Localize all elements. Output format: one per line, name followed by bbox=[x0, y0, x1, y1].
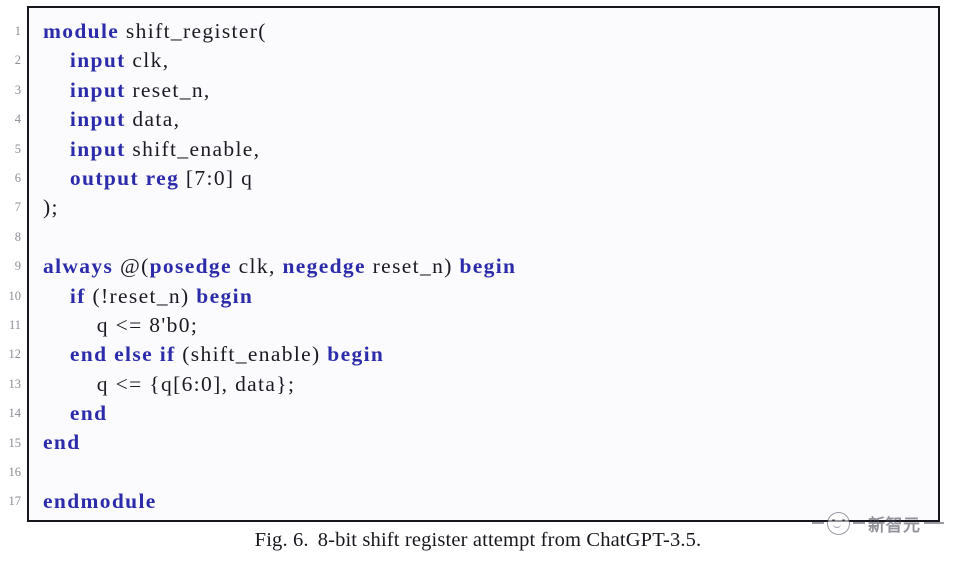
code-line-number: 5 bbox=[14, 141, 21, 156]
code-text: data, bbox=[125, 107, 181, 132]
code-keyword: end bbox=[69, 401, 108, 426]
code-text: reset_n, bbox=[125, 77, 211, 102]
code-line-number: 4 bbox=[14, 112, 21, 127]
watermark-dash-left bbox=[812, 522, 824, 524]
code-line-number: 15 bbox=[8, 435, 22, 450]
code-text: @( bbox=[113, 254, 150, 279]
code-line: output reg [7:0] q bbox=[43, 164, 933, 193]
code-line-number: 17 bbox=[8, 494, 22, 509]
code-line: always @(posedge clk, negedge reset_n) b… bbox=[43, 252, 933, 281]
code-keyword: input bbox=[69, 136, 126, 161]
code-line: ); bbox=[43, 193, 933, 222]
code-line: input data, bbox=[43, 105, 933, 134]
code-line-number: 7 bbox=[14, 200, 21, 215]
code-text: q <= {q[6:0], data}; bbox=[43, 371, 296, 396]
code-keyword: begin bbox=[459, 254, 517, 279]
figure-caption-label: Fig. 6. bbox=[254, 529, 309, 551]
code-line: q <= 8'b0; bbox=[43, 311, 933, 340]
code-line-number-gutter: 1 2 3 4 5 6 7 8 9 10 11 12 13 14 15 16 17 bbox=[0, 6, 27, 522]
code-line-number: 6 bbox=[14, 171, 21, 185]
code-line-number: 9 bbox=[14, 259, 21, 274]
code-text: shift_register( bbox=[119, 19, 267, 43]
code-text: [7:0] q bbox=[179, 165, 254, 190]
code-line-number: 2 bbox=[14, 53, 21, 68]
code-text: shift_enable, bbox=[125, 136, 261, 161]
figure-caption-text: 8-bit shift register attempt from ChatGP… bbox=[317, 529, 702, 551]
watermark-text: 新智元 bbox=[868, 515, 921, 536]
code-line: input clk, bbox=[43, 46, 933, 75]
figure-container: 1 2 3 4 5 6 7 8 9 10 11 12 13 14 15 16 17 module shift_r… bbox=[0, 0, 956, 566]
code-line-number: 12 bbox=[8, 347, 22, 362]
code-keyword: posedge bbox=[149, 254, 232, 279]
code-text: clk, bbox=[125, 48, 170, 73]
code-keyword: negedge bbox=[282, 254, 366, 279]
code-line: input reset_n, bbox=[43, 76, 933, 105]
code-keyword: always bbox=[43, 254, 114, 279]
watermark-rule-right bbox=[923, 522, 944, 524]
code-line: endmodule bbox=[43, 487, 933, 516]
code-line-number: 8 bbox=[14, 229, 21, 244]
code-keyword: end bbox=[43, 430, 81, 455]
code-text: ); bbox=[43, 195, 59, 220]
code-line-number: 10 bbox=[8, 288, 22, 303]
smile-arc bbox=[833, 522, 841, 528]
watermark-dash-mid bbox=[853, 522, 865, 524]
code-lines: module shift_register( input clk, input … bbox=[43, 17, 933, 517]
code-listing-box: module shift_register( input clk, input … bbox=[27, 6, 940, 522]
code-line-number: 11 bbox=[8, 318, 21, 332]
code-text: (!reset_n) bbox=[85, 283, 197, 308]
code-line: input shift_enable, bbox=[43, 135, 933, 164]
code-keyword: if bbox=[69, 283, 86, 308]
code-text: reset_n) bbox=[365, 254, 460, 279]
code-keyword: input bbox=[69, 77, 126, 102]
code-line: end bbox=[43, 428, 933, 457]
code-line: module shift_register( bbox=[43, 17, 933, 46]
code-text: (shift_enable) bbox=[175, 342, 328, 367]
code-keyword: end else if bbox=[69, 342, 176, 367]
code-line-number: 3 bbox=[14, 82, 21, 97]
code-keyword: begin bbox=[196, 283, 254, 308]
smiley-face-icon bbox=[827, 511, 850, 535]
code-keyword: output reg bbox=[69, 165, 180, 190]
code-line: if (!reset_n) begin bbox=[43, 282, 933, 311]
code-line: end bbox=[43, 399, 933, 428]
code-text: q <= 8'b0; bbox=[43, 312, 199, 337]
code-keyword: module bbox=[43, 19, 120, 43]
code-keyword: input bbox=[69, 107, 126, 132]
code-line-number: 16 bbox=[8, 465, 22, 479]
code-line: q <= {q[6:0], data}; bbox=[43, 370, 933, 399]
code-line-number: 13 bbox=[8, 376, 22, 391]
code-keyword: begin bbox=[327, 342, 385, 367]
code-keyword: input bbox=[69, 48, 126, 73]
code-line: end else if (shift_enable) begin bbox=[43, 340, 933, 369]
code-text: clk, bbox=[231, 254, 283, 279]
code-keyword: endmodule bbox=[43, 489, 157, 514]
code-line-number: 1 bbox=[14, 24, 21, 38]
code-line-number: 14 bbox=[8, 406, 22, 421]
watermark: 新智元 bbox=[812, 506, 944, 540]
